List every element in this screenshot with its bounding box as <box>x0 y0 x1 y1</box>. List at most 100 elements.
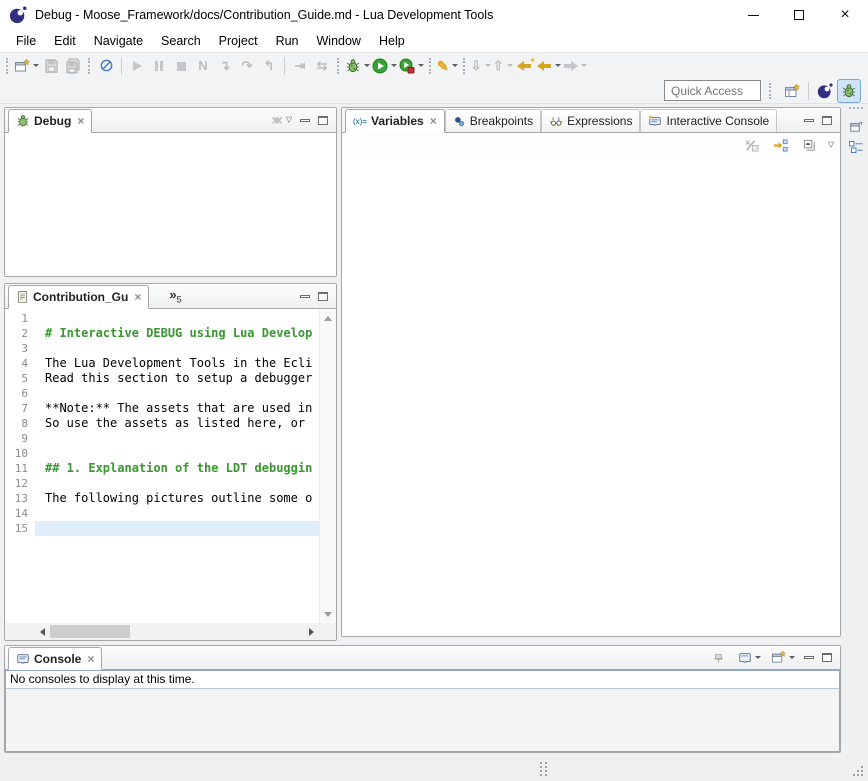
maximize-view-icon[interactable] <box>318 116 328 125</box>
tab-contribution-guide[interactable]: Contribution_Gu × <box>8 285 149 309</box>
tab-interactive-console[interactable]: Interactive Console <box>640 109 777 132</box>
step-over-button[interactable]: ↷ <box>236 55 258 77</box>
toolbar-grip[interactable] <box>6 58 9 74</box>
resume-button[interactable] <box>126 55 148 77</box>
line-number[interactable]: 1 <box>5 311 35 326</box>
line-number[interactable]: 9 <box>5 431 35 446</box>
mark-occurrences-button[interactable]: ✎ <box>436 55 459 77</box>
code-text[interactable] <box>35 311 319 326</box>
code-text[interactable]: The Lua Development Tools in the Ecli <box>35 356 319 371</box>
scroll-down-arrow-icon[interactable] <box>324 612 332 617</box>
trim-grip[interactable] <box>849 107 863 110</box>
line-number[interactable]: 5 <box>5 371 35 386</box>
terminate-button[interactable] <box>170 55 192 77</box>
line-number[interactable]: 14 <box>5 506 35 521</box>
step-into-button[interactable]: ↴ <box>214 55 236 77</box>
toolbar-grip[interactable] <box>337 58 340 74</box>
scroll-left-arrow-icon[interactable] <box>40 628 45 636</box>
menu-project[interactable]: Project <box>210 31 267 51</box>
skip-all-breakpoints-button[interactable] <box>95 55 117 77</box>
code-text[interactable] <box>35 431 319 446</box>
quick-access-input[interactable] <box>664 80 761 101</box>
line-number[interactable]: 3 <box>5 341 35 356</box>
line-number[interactable]: 13 <box>5 491 35 506</box>
horizontal-scrollbar[interactable] <box>35 623 319 640</box>
next-annotation-button[interactable]: ⇩ <box>470 55 492 77</box>
menu-window[interactable]: Window <box>308 31 370 51</box>
code-text[interactable] <box>35 386 319 401</box>
line-number[interactable]: 4 <box>5 356 35 371</box>
minimize-view-icon[interactable] <box>804 119 814 122</box>
code-text[interactable] <box>35 476 319 491</box>
scroll-up-arrow-icon[interactable] <box>324 316 332 321</box>
step-return-button[interactable]: ↰ <box>258 55 280 77</box>
menu-navigate[interactable]: Navigate <box>85 31 152 51</box>
line-number[interactable]: 2 <box>5 326 35 341</box>
tab-breakpoints[interactable]: Breakpoints <box>445 109 541 132</box>
code-text[interactable] <box>35 446 319 461</box>
toolbar-grip[interactable] <box>88 58 91 74</box>
close-icon[interactable]: × <box>134 290 141 304</box>
line-number[interactable]: 11 <box>5 461 35 476</box>
close-icon[interactable]: × <box>430 114 437 128</box>
code-text[interactable]: Read this section to setup a debugger <box>35 371 319 386</box>
line-number[interactable]: 10 <box>5 446 35 461</box>
display-selected-console-button[interactable] <box>737 647 762 669</box>
line-number[interactable]: 6 <box>5 386 35 401</box>
line-number[interactable]: 7 <box>5 401 35 416</box>
debug-perspective-button[interactable] <box>837 79 861 103</box>
open-console-button[interactable] <box>770 647 796 669</box>
code-text[interactable]: # Interactive DEBUG using Lua Develop <box>35 326 319 341</box>
view-menu-icon[interactable]: ▽ <box>828 141 834 149</box>
run-external-tools-button[interactable] <box>398 55 425 77</box>
pin-console-button[interactable] <box>707 647 729 669</box>
minimize-view-icon[interactable] <box>300 295 310 298</box>
line-number[interactable]: 12 <box>5 476 35 491</box>
menu-file[interactable]: File <box>7 31 45 51</box>
code-text[interactable]: ## 1. Explanation of the LDT debuggin <box>35 461 319 476</box>
use-step-filters-button[interactable]: ⇆ <box>311 55 333 77</box>
code-text[interactable]: So use the assets as listed here, or <box>35 416 319 431</box>
scroll-right-arrow-icon[interactable] <box>309 628 314 636</box>
run-button[interactable] <box>371 55 398 77</box>
code-text[interactable] <box>35 341 319 356</box>
remove-all-terminated-icon[interactable]: ×× <box>271 112 277 128</box>
maximize-button[interactable] <box>776 0 822 30</box>
tab-console[interactable]: Console × <box>8 647 102 670</box>
menu-help[interactable]: Help <box>370 31 414 51</box>
new-wizard-button[interactable] <box>13 55 40 77</box>
drop-to-frame-button[interactable]: ⇥ <box>289 55 311 77</box>
maximize-view-icon[interactable] <box>822 116 832 125</box>
disconnect-button[interactable]: N <box>192 55 214 77</box>
menu-run[interactable]: Run <box>267 31 308 51</box>
maximize-view-icon[interactable] <box>822 653 832 662</box>
code-text[interactable] <box>35 521 319 536</box>
status-drag-handle[interactable] <box>540 762 547 776</box>
previous-annotation-button[interactable]: ⇧ <box>492 55 514 77</box>
minimize-view-icon[interactable] <box>804 656 814 659</box>
vertical-scrollbar[interactable] <box>319 310 336 623</box>
maximize-view-icon[interactable] <box>318 292 328 301</box>
save-all-button[interactable] <box>62 55 84 77</box>
lua-perspective-button[interactable] <box>813 79 837 103</box>
minimize-button[interactable] <box>730 0 776 30</box>
show-type-names-button[interactable] <box>741 134 763 156</box>
close-button[interactable]: × <box>822 0 868 30</box>
show-logical-structures-button[interactable] <box>770 134 792 156</box>
hidden-editors-chevron[interactable]: »5 <box>169 287 181 305</box>
collapse-all-button[interactable] <box>799 134 821 156</box>
line-number[interactable]: 15 <box>5 521 35 536</box>
line-number[interactable]: 8 <box>5 416 35 431</box>
restore-view-button[interactable] <box>846 116 866 136</box>
debug-button[interactable] <box>344 55 371 77</box>
editor-text-area[interactable]: 1 2 # Interactive DEBUG using Lua Develo… <box>5 311 319 623</box>
forward-button[interactable] <box>562 55 588 77</box>
view-menu-icon[interactable]: ▽ <box>286 116 292 124</box>
close-icon[interactable]: × <box>87 652 94 666</box>
back-button[interactable] <box>536 55 562 77</box>
code-text[interactable]: **Note:** The assets that are used in <box>35 401 319 416</box>
menu-search[interactable]: Search <box>152 31 210 51</box>
tab-variables[interactable]: (x)= Variables × <box>345 109 445 133</box>
toolbar-grip[interactable] <box>769 83 772 99</box>
last-edit-location-button[interactable]: ✦ <box>514 55 536 77</box>
